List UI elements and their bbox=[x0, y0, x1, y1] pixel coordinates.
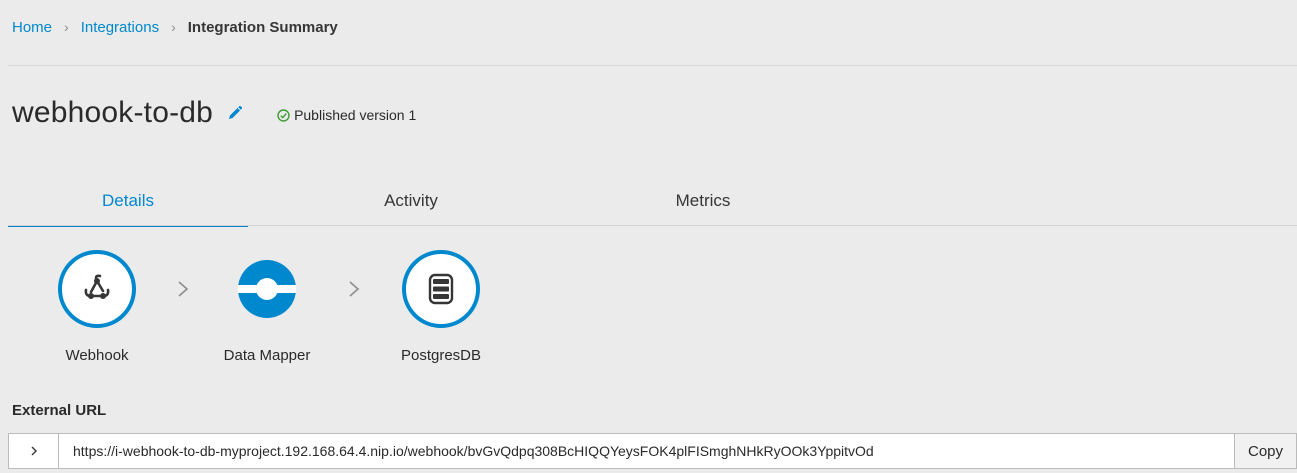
flow-step-label: PostgresDB bbox=[400, 347, 482, 364]
status-badge: Published version 1 bbox=[277, 107, 416, 123]
header-divider bbox=[8, 65, 1297, 66]
external-url-input[interactable] bbox=[59, 434, 1234, 468]
breadcrumb-integrations-link[interactable]: Integrations bbox=[81, 19, 159, 36]
chevron-right-icon bbox=[349, 281, 360, 297]
pencil-icon[interactable] bbox=[227, 105, 243, 121]
flow-step-postgresdb[interactable]: PostgresDB bbox=[366, 250, 516, 364]
flow-step-webhook[interactable]: Webhook bbox=[22, 250, 172, 364]
status-text: Published version 1 bbox=[294, 107, 417, 123]
external-url-group: Copy bbox=[8, 433, 1297, 469]
flow-step-label: Data Mapper bbox=[223, 347, 311, 364]
integration-flow: Webhook Data Mapper PostgresDB bbox=[0, 250, 700, 370]
tab-details[interactable]: Details bbox=[8, 176, 248, 227]
external-url-label: External URL bbox=[12, 402, 107, 419]
integration-summary-page: Home › Integrations › Integration Summar… bbox=[0, 0, 1297, 473]
breadcrumb-current: Integration Summary bbox=[187, 18, 338, 36]
breadcrumb-home-link[interactable]: Home bbox=[12, 19, 52, 36]
webhook-icon bbox=[58, 250, 136, 328]
chevron-right-icon bbox=[178, 281, 189, 297]
data-mapper-icon bbox=[228, 250, 306, 328]
title-row: webhook-to-db Published version 1 bbox=[12, 96, 416, 130]
tab-activity[interactable]: Activity bbox=[336, 176, 486, 226]
tab-metrics[interactable]: Metrics bbox=[628, 176, 778, 226]
database-icon bbox=[402, 250, 480, 328]
copy-button[interactable]: Copy bbox=[1234, 434, 1296, 468]
breadcrumb-separator-icon: › bbox=[64, 19, 69, 35]
flow-step-label: Webhook bbox=[65, 347, 129, 364]
tab-bar: Details Activity Metrics bbox=[8, 176, 1297, 227]
page-title: webhook-to-db bbox=[12, 96, 214, 129]
breadcrumb-separator-icon: › bbox=[171, 19, 176, 35]
url-expand-button[interactable] bbox=[9, 434, 59, 468]
chevron-right-icon bbox=[31, 446, 37, 456]
flow-step-data-mapper[interactable]: Data Mapper bbox=[192, 250, 342, 364]
check-circle-icon bbox=[277, 108, 290, 122]
breadcrumb: Home › Integrations › Integration Summar… bbox=[12, 16, 338, 38]
tabs-divider bbox=[8, 225, 1297, 226]
